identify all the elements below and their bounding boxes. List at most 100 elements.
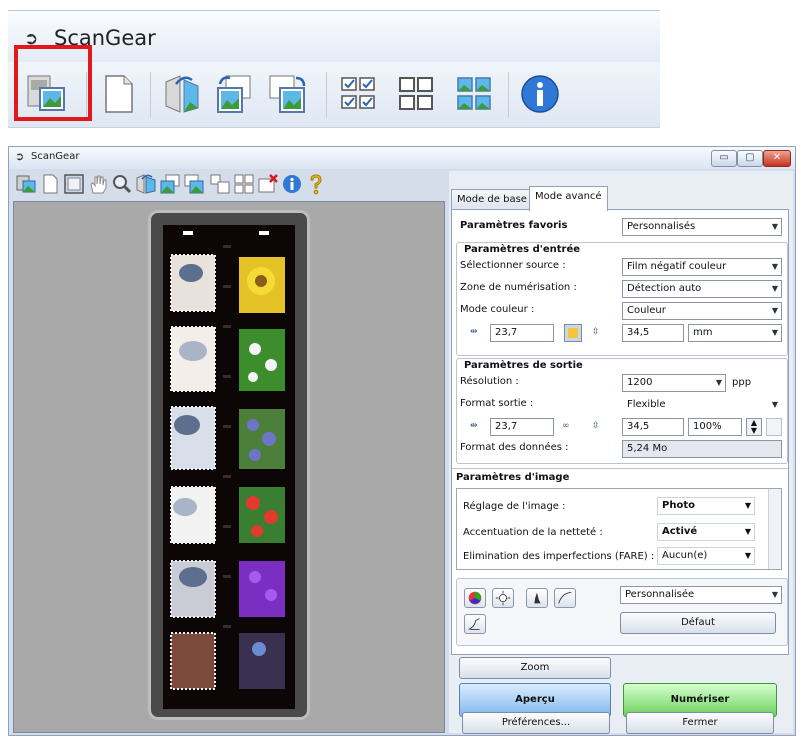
- blank-page-icon[interactable]: [39, 173, 61, 195]
- minimize-button[interactable]: ▭: [711, 150, 737, 167]
- highlight-box: [14, 45, 92, 121]
- help-icon[interactable]: [305, 173, 327, 195]
- favorites-dropdown[interactable]: Personnalisés ▼: [622, 218, 782, 236]
- tone-curve-icon[interactable]: [554, 588, 576, 608]
- brightness-icon[interactable]: [492, 588, 514, 608]
- image-adjust-label: Réglage de l'image :: [463, 501, 566, 512]
- width-icon: ⇹: [470, 421, 478, 431]
- magnifier-icon[interactable]: [111, 173, 133, 195]
- scan-area-label: Zone de numérisation :: [460, 282, 577, 293]
- rotate-right-icon[interactable]: [212, 72, 256, 116]
- maximize-button[interactable]: ▢: [737, 150, 763, 167]
- chevron-down-icon: ▼: [771, 400, 778, 409]
- delete-crop-icon[interactable]: [257, 173, 279, 195]
- scan-area-dropdown[interactable]: Détection auto ▼: [622, 280, 782, 298]
- image-settings-scrollbar[interactable]: [768, 489, 781, 569]
- chevron-down-icon: ▼: [771, 284, 778, 293]
- tone-preset-dropdown[interactable]: Personnalisée ▼: [620, 586, 782, 604]
- unit-dropdown[interactable]: mm ▼: [688, 324, 782, 342]
- advanced-mode-content: Paramètres favoris Personnalisés ▼ Paramè…: [451, 209, 789, 655]
- color-mode-label: Mode couleur :: [460, 304, 535, 315]
- app-logo-icon: ➲: [15, 150, 25, 163]
- invert-selection-icon[interactable]: [452, 72, 496, 116]
- resolution-label: Résolution :: [460, 376, 519, 387]
- chevron-down-icon: ▼: [771, 306, 778, 315]
- chevron-down-icon: ▼: [715, 378, 722, 387]
- output-height-field[interactable]: 34,5: [622, 418, 684, 436]
- thumbnail-view-icon[interactable]: [336, 72, 380, 116]
- window-title: ScanGear: [31, 151, 80, 162]
- rotate-left-icon[interactable]: [135, 173, 157, 195]
- input-height-field[interactable]: 34,5: [622, 324, 684, 342]
- scale-spinner[interactable]: ▲ ▼: [746, 418, 762, 436]
- source-label: Sélectionner source :: [460, 260, 566, 271]
- close-button[interactable]: Fermer: [626, 712, 774, 734]
- chevron-down-icon: ▼: [771, 328, 778, 337]
- auto-crop-icon[interactable]: [209, 173, 231, 195]
- source-dropdown[interactable]: Film négatif couleur ▼: [622, 258, 782, 276]
- info-icon[interactable]: [281, 173, 303, 195]
- sharpen-dropdown[interactable]: Activé ▼: [657, 523, 755, 541]
- output-settings-header: Paramètres de sortie: [464, 360, 583, 371]
- output-size-dropdown[interactable]: Flexible ▼: [622, 396, 782, 414]
- data-size-field: 5,24 Mo: [622, 440, 782, 458]
- chevron-down-icon: ▼: [744, 527, 751, 536]
- chevron-down-icon: ▼: [771, 222, 778, 231]
- whole-image-view-icon[interactable]: [394, 72, 438, 116]
- preview-toolbar: [13, 171, 445, 199]
- preferences-button[interactable]: Préférences...: [462, 712, 610, 734]
- height-icon: ⇳: [592, 421, 600, 431]
- scale-extra-button[interactable]: [766, 418, 782, 436]
- scangear-window: ➲ ScanGear ▭ ▢ ✕ Mode de base Mode avanc…: [8, 146, 796, 736]
- width-icon: ⇹: [470, 327, 478, 337]
- flip-icon[interactable]: [183, 173, 205, 195]
- data-size-label: Format des données :: [460, 442, 569, 453]
- input-settings-header: Paramètres d'entrée: [464, 244, 581, 255]
- settings-panel: Mode de base Mode avancé Paramètres favo…: [449, 171, 793, 733]
- zoom-button[interactable]: Zoom: [459, 657, 611, 679]
- chevron-down-icon: ▼: [744, 501, 751, 510]
- default-button[interactable]: Défaut: [620, 612, 776, 634]
- input-width-field[interactable]: 23,7: [490, 324, 554, 342]
- image-adjust-dropdown[interactable]: Photo ▼: [657, 497, 755, 515]
- window-title-bar: ➲ ScanGear ▭ ▢ ✕: [9, 147, 795, 169]
- crop-frame-icon[interactable]: [63, 173, 85, 195]
- height-icon: ⇳: [592, 327, 600, 337]
- output-size-label: Format sortie :: [460, 398, 534, 409]
- color-mode-dropdown[interactable]: Couleur ▼: [622, 302, 782, 320]
- image-settings-list: Réglage de l'image : Photo ▼ Accentuation…: [456, 488, 782, 570]
- zoomed-toolbar-callout: ➲ ScanGear: [8, 10, 660, 128]
- fare-dropdown[interactable]: Aucun(e) ▼: [657, 547, 755, 565]
- chevron-down-icon: ▼: [771, 262, 778, 271]
- zoomed-toolbar: [8, 62, 660, 128]
- preview-area[interactable]: [13, 201, 445, 733]
- favorites-label: Paramètres favoris: [460, 220, 568, 231]
- flip-icon[interactable]: [266, 72, 310, 116]
- rotate-left-icon[interactable]: [160, 72, 204, 116]
- chevron-down-icon: ▼: [771, 590, 778, 599]
- hand-icon[interactable]: [87, 173, 109, 195]
- tab-advanced-mode[interactable]: Mode avancé: [529, 186, 608, 211]
- fare-label: Elimination des imperfections (FARE) :: [463, 551, 655, 562]
- whole-image-view-icon[interactable]: [233, 173, 255, 195]
- chevron-down-icon: ▼: [744, 551, 751, 560]
- close-window-button[interactable]: ✕: [763, 150, 791, 167]
- threshold-icon[interactable]: [464, 614, 486, 634]
- sharpen-label: Accentuation de la netteté :: [463, 527, 603, 538]
- resolution-unit: ppp: [732, 377, 752, 388]
- film-scan-icon[interactable]: [15, 173, 37, 195]
- swap-orientation-icon[interactable]: [564, 324, 582, 342]
- zoomed-title-bar: ➲ ScanGear: [8, 10, 660, 62]
- blank-page-icon[interactable]: [96, 72, 140, 116]
- color-balance-icon[interactable]: [464, 588, 486, 608]
- info-icon[interactable]: [518, 72, 562, 116]
- image-settings-header: Paramètres d'image: [456, 472, 570, 483]
- film-strip-preview: [163, 225, 295, 709]
- scale-field[interactable]: 100%: [688, 418, 742, 436]
- tab-basic-mode[interactable]: Mode de base: [451, 189, 533, 210]
- resolution-dropdown[interactable]: 1200 ▼: [622, 374, 726, 392]
- link-icon[interactable]: ∞: [562, 421, 570, 431]
- output-width-field[interactable]: 23,7: [490, 418, 554, 436]
- rotate-right-icon[interactable]: [159, 173, 181, 195]
- histogram-icon[interactable]: [526, 588, 548, 608]
